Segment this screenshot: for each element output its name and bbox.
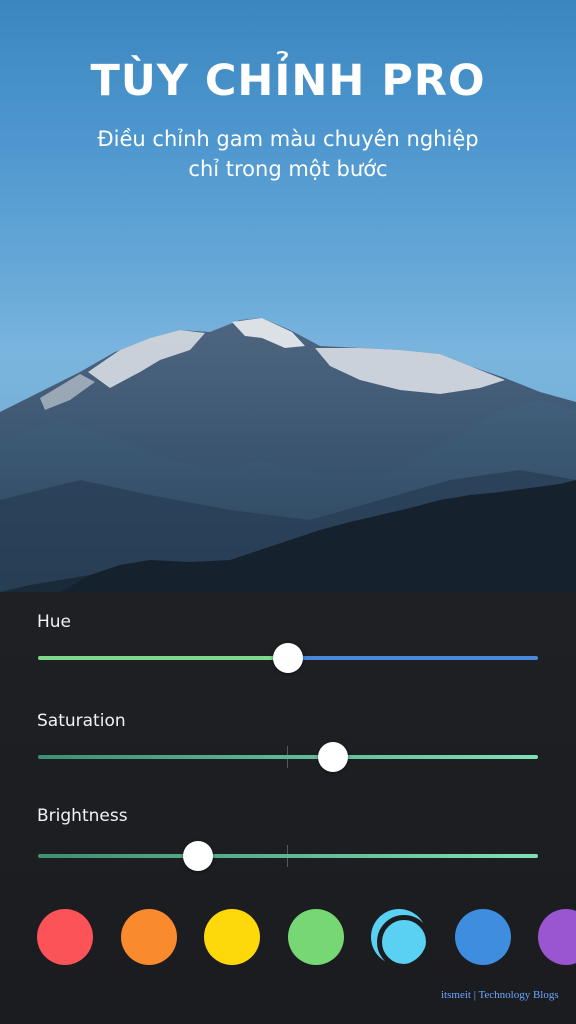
color-swatch-cyan[interactable] [371,909,431,969]
color-swatch-red[interactable] [37,909,93,965]
watermark: itsmeit | Technology Blogs [441,989,559,1001]
color-swatch-orange[interactable] [120,909,177,965]
saturation-slider-track[interactable] [38,755,538,759]
page-subtitle: Điều chỉnh gam màu chuyên nghiệp chỉ tro… [0,124,576,184]
brightness-slider-thumb[interactable] [183,841,213,871]
saturation-slider-thumb[interactable] [318,742,348,772]
saturation-label: Saturation [37,711,126,731]
brightness-slider-track[interactable] [38,854,538,858]
brightness-label: Brightness [37,806,128,826]
color-swatch-green[interactable] [287,909,344,965]
page-title: TÙY CHỈNH PRO [90,56,486,106]
subtitle-line-1: Điều chỉnh gam màu chuyên nghiệp [97,127,479,151]
hue-slider-thumb[interactable] [273,643,303,673]
photo-preview: TÙY CHỈNH PRO Điều chỉnh gam màu chuyên … [0,0,576,592]
color-swatch-yellow[interactable] [204,909,260,965]
color-swatch-blue[interactable] [454,909,511,965]
hue-label: Hue [37,612,72,632]
subtitle-line-2: chỉ trong một bước [188,157,388,181]
